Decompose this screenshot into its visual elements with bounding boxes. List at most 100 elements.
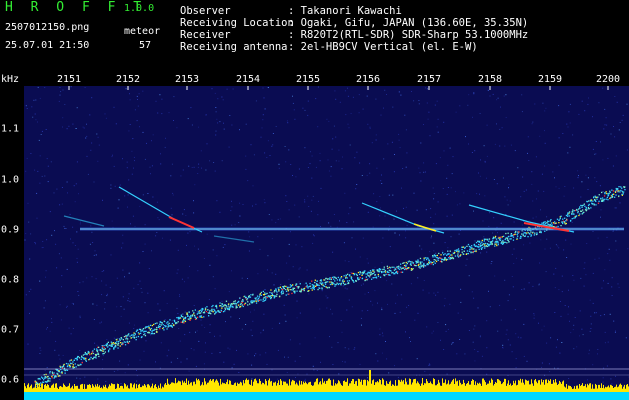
drift-point (504, 241, 506, 243)
drift-point (385, 271, 387, 273)
bar-column (455, 378, 456, 392)
noise-pixel (144, 224, 146, 226)
drift-point (378, 268, 381, 270)
noise-pixel (497, 97, 499, 99)
noise-pixel (251, 364, 253, 366)
noise-pixel (89, 243, 91, 245)
drift-point (70, 359, 73, 361)
drift-point (458, 250, 460, 252)
drift-point (134, 332, 136, 335)
noise-pixel (35, 119, 37, 121)
bar-column (204, 378, 205, 392)
drift-point (69, 362, 72, 364)
noise-pixel (319, 308, 321, 310)
noise-pixel (552, 171, 554, 173)
drift-point (595, 200, 597, 202)
drift-point (275, 295, 278, 297)
drift-point (361, 274, 363, 276)
noise-pixel (590, 323, 592, 325)
noise-pixel (239, 318, 240, 319)
noise-pixel (544, 110, 546, 112)
drift-point (80, 363, 82, 366)
noise-pixel (508, 184, 510, 186)
bar-column (193, 381, 194, 392)
noise-pixel (159, 367, 161, 369)
noise-pixel (354, 347, 356, 349)
noise-pixel (114, 330, 116, 332)
bar-column (85, 388, 86, 392)
noise-pixel (259, 354, 261, 356)
bar-column (373, 379, 374, 392)
noise-pixel (399, 234, 400, 236)
drift-point (294, 290, 296, 292)
drift-point (81, 356, 83, 359)
drift-point (510, 238, 512, 240)
bar-column (288, 385, 289, 392)
bar-column (150, 387, 151, 392)
noise-pixel (486, 347, 488, 349)
noise-pixel (335, 136, 337, 138)
noise-pixel (383, 107, 384, 109)
drift-point (558, 219, 560, 221)
bar-column (133, 384, 134, 392)
bar-column (374, 385, 375, 392)
noise-pixel (557, 245, 559, 247)
drift-point (336, 279, 339, 281)
noise-pixel (155, 361, 156, 363)
bar-column (55, 383, 56, 392)
bar-column (593, 388, 594, 392)
drift-point (530, 231, 532, 233)
drift-point (404, 267, 406, 269)
noise-pixel (228, 291, 230, 293)
noise-pixel (102, 359, 104, 361)
drift-point (130, 337, 132, 339)
drift-point (363, 272, 365, 275)
noise-pixel (515, 358, 517, 360)
drift-point (369, 274, 371, 276)
noise-pixel (418, 100, 420, 101)
bar-column (107, 388, 108, 392)
noise-pixel (106, 339, 108, 340)
noise-pixel (520, 196, 522, 198)
noise-pixel (184, 334, 186, 336)
bar-column (254, 379, 255, 392)
noise-pixel (208, 299, 210, 300)
noise-pixel (215, 111, 217, 113)
noise-pixel (517, 167, 519, 169)
noise-pixel (328, 170, 330, 172)
noise-pixel (234, 224, 236, 226)
drift-point (255, 300, 257, 302)
bar-column (313, 385, 314, 392)
noise-pixel (607, 341, 609, 343)
bar-column (326, 381, 327, 392)
bar-column (71, 387, 72, 392)
drift-point (265, 298, 267, 300)
drift-point (138, 333, 140, 335)
drift-point (499, 239, 502, 241)
noise-pixel (290, 164, 292, 165)
noise-pixel (204, 327, 206, 328)
noise-pixel (528, 282, 530, 284)
noise-pixel (253, 309, 255, 311)
noise-pixel (527, 136, 529, 138)
drift-point (621, 194, 623, 196)
drift-point (194, 314, 196, 317)
noise-pixel (128, 272, 130, 274)
drift-point (199, 312, 202, 314)
drift-point (351, 272, 353, 274)
bar-column (282, 385, 283, 392)
bar-column (171, 382, 172, 392)
noise-pixel (480, 159, 481, 161)
noise-pixel (97, 160, 99, 162)
drift-point (123, 336, 126, 338)
noise-pixel (293, 109, 295, 111)
noise-pixel (73, 185, 75, 187)
noise-pixel (541, 173, 543, 175)
bar-column (113, 384, 114, 392)
bar-column (125, 384, 126, 392)
bar-column (509, 385, 510, 392)
bar-column (578, 388, 579, 392)
drift-point (588, 200, 590, 202)
bar-column (624, 384, 625, 392)
noise-pixel (203, 258, 205, 259)
